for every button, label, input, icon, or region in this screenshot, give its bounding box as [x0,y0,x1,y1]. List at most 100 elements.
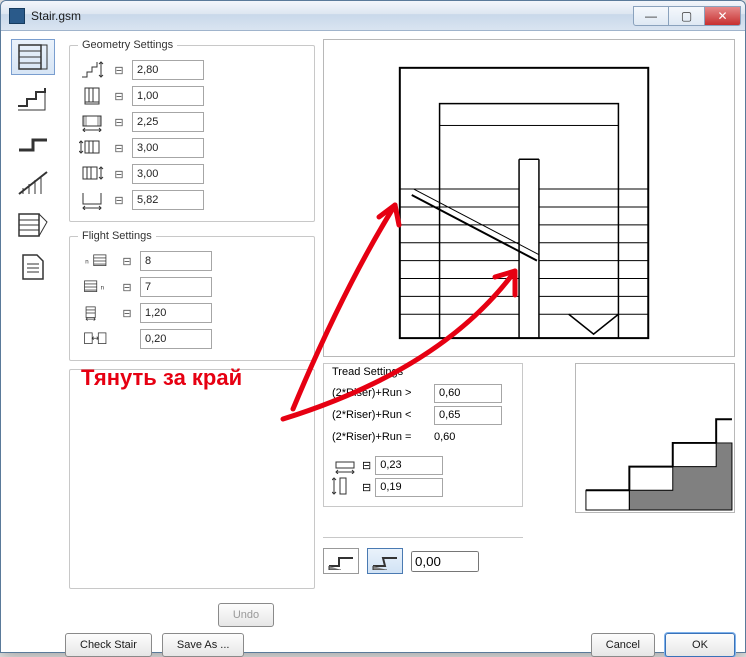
param-row-lower-offset: ⊟ [78,83,306,109]
param-row-flight-width: ⊟ [78,300,306,326]
minimize-button[interactable]: — [633,6,669,26]
formula-gt-label: (2*Riser)+Run > [332,387,430,399]
param-row-gap [78,326,306,352]
main-area: Geometry Settings ⊟ ⊟ ⊟ [11,39,735,627]
formula-lt-label: (2*Riser)+Run < [332,409,430,421]
lock-icon[interactable]: ⊟ [112,168,126,181]
lock-icon[interactable]: ⊟ [112,116,126,129]
nosing-b-icon [371,552,399,570]
tread-depth-icon [332,454,358,477]
risers-a-input[interactable] [140,251,212,271]
save-as-button[interactable]: Save As ... [162,633,245,657]
close-button[interactable]: ✕ [705,6,741,26]
param-row-height: ⊟ [78,57,306,83]
total-length-icon [78,189,106,211]
client-area: Geometry Settings ⊟ ⊟ ⊟ [1,31,745,652]
flight-width-icon [78,302,114,324]
tab-listing[interactable] [11,249,55,285]
flight-settings-group: Flight Settings n ⊟ n ⊟ ⊟ [69,230,315,361]
tab-railing[interactable] [11,165,55,201]
tab-geometry[interactable] [11,39,55,75]
risers-b-icon: n [78,276,114,298]
lock-icon[interactable]: ⊟ [362,481,371,494]
param-row-width: ⊟ [78,109,306,135]
length-b-icon [78,163,106,185]
param-row-risers-b: n ⊟ [78,274,306,300]
lock-icon[interactable]: ⊟ [120,281,134,294]
width-input[interactable] [132,112,204,132]
riser-height-icon [332,476,358,499]
titlebar[interactable]: Stair.gsm — ▢ ✕ [1,1,745,31]
ok-button[interactable]: OK [665,633,735,657]
param-row-length-b: ⊟ [78,161,306,187]
lock-icon[interactable]: ⊟ [120,255,134,268]
lock-icon[interactable]: ⊟ [362,459,371,472]
window-buttons: — ▢ ✕ [633,6,741,26]
nosing-type-b-button[interactable] [367,548,403,574]
tread-depth-input[interactable] [375,456,443,475]
nosing-area [323,537,523,574]
nosing-type-a-button[interactable] [323,548,359,574]
gap-icon [78,328,114,350]
flight-legend: Flight Settings [78,230,156,242]
riser-height-row: ⊟ [332,476,514,498]
right-area: Tread Settings (2*Riser)+Run > (2*Riser)… [323,39,735,627]
risers-b-input[interactable] [140,277,212,297]
empty-settings-group [69,369,315,589]
tab-structure[interactable] [11,81,55,117]
side-tabs [11,39,61,627]
total-length-input[interactable] [132,190,204,210]
tread-formula-eq-row: (2*Riser)+Run = 0,60 [332,426,514,448]
stair-plan-preview[interactable] [323,39,735,357]
nosing-row [323,548,523,574]
tread-formula-lt-row: (2*Riser)+Run < [332,404,514,426]
geometry-settings-group: Geometry Settings ⊟ ⊟ ⊟ [69,39,315,222]
formula-gt-input[interactable] [434,384,502,403]
riser-height-input[interactable] [375,478,443,497]
maximize-button[interactable]: ▢ [669,6,705,26]
lock-icon[interactable]: ⊟ [120,307,134,320]
svg-text:n: n [85,258,88,265]
height-input[interactable] [132,60,204,80]
nosing-a-icon [327,552,355,570]
tread-legend: Tread Settings [332,366,514,378]
undo-button[interactable]: Undo [218,603,274,627]
check-stair-button[interactable]: Check Stair [65,633,152,657]
formula-eq-label: (2*Riser)+Run = [332,431,430,443]
formula-lt-input[interactable] [434,406,502,425]
stair-section-preview[interactable] [575,363,735,513]
nosing-input[interactable] [411,551,479,572]
nosing-icon [15,126,51,156]
param-row-length-a: ⊟ [78,135,306,161]
app-icon [9,8,25,24]
tread-depth-row: ⊟ [332,454,514,476]
flight-width-input[interactable] [140,303,212,323]
length-a-input[interactable] [132,138,204,158]
tab-symbol[interactable] [11,207,55,243]
lock-icon[interactable]: ⊟ [112,90,126,103]
param-row-total-length: ⊟ [78,187,306,213]
tread-formula-gt-row: (2*Riser)+Run > [332,382,514,404]
height-icon [78,59,106,81]
lower-offset-icon [78,85,106,107]
geometry-legend: Geometry Settings [78,39,177,51]
dialog-window: Stair.gsm — ▢ ✕ [0,0,746,653]
lock-icon[interactable]: ⊟ [112,142,126,155]
tab-nosing[interactable] [11,123,55,159]
parameters-column: Geometry Settings ⊟ ⊟ ⊟ [69,39,315,627]
param-row-risers-a: n ⊟ [78,248,306,274]
length-a-icon [78,137,106,159]
gap-input[interactable] [140,329,212,349]
window-title: Stair.gsm [31,9,81,23]
svg-text:n: n [101,284,104,291]
stair-geometry-icon [15,42,51,72]
lock-icon[interactable]: ⊟ [112,194,126,207]
document-icon [15,252,51,282]
symbol-icon [15,210,51,240]
lock-icon[interactable]: ⊟ [112,64,126,77]
risers-a-icon: n [78,250,114,272]
stair-section-icon [15,84,51,114]
length-b-input[interactable] [132,164,204,184]
cancel-button[interactable]: Cancel [591,633,655,657]
lower-offset-input[interactable] [132,86,204,106]
